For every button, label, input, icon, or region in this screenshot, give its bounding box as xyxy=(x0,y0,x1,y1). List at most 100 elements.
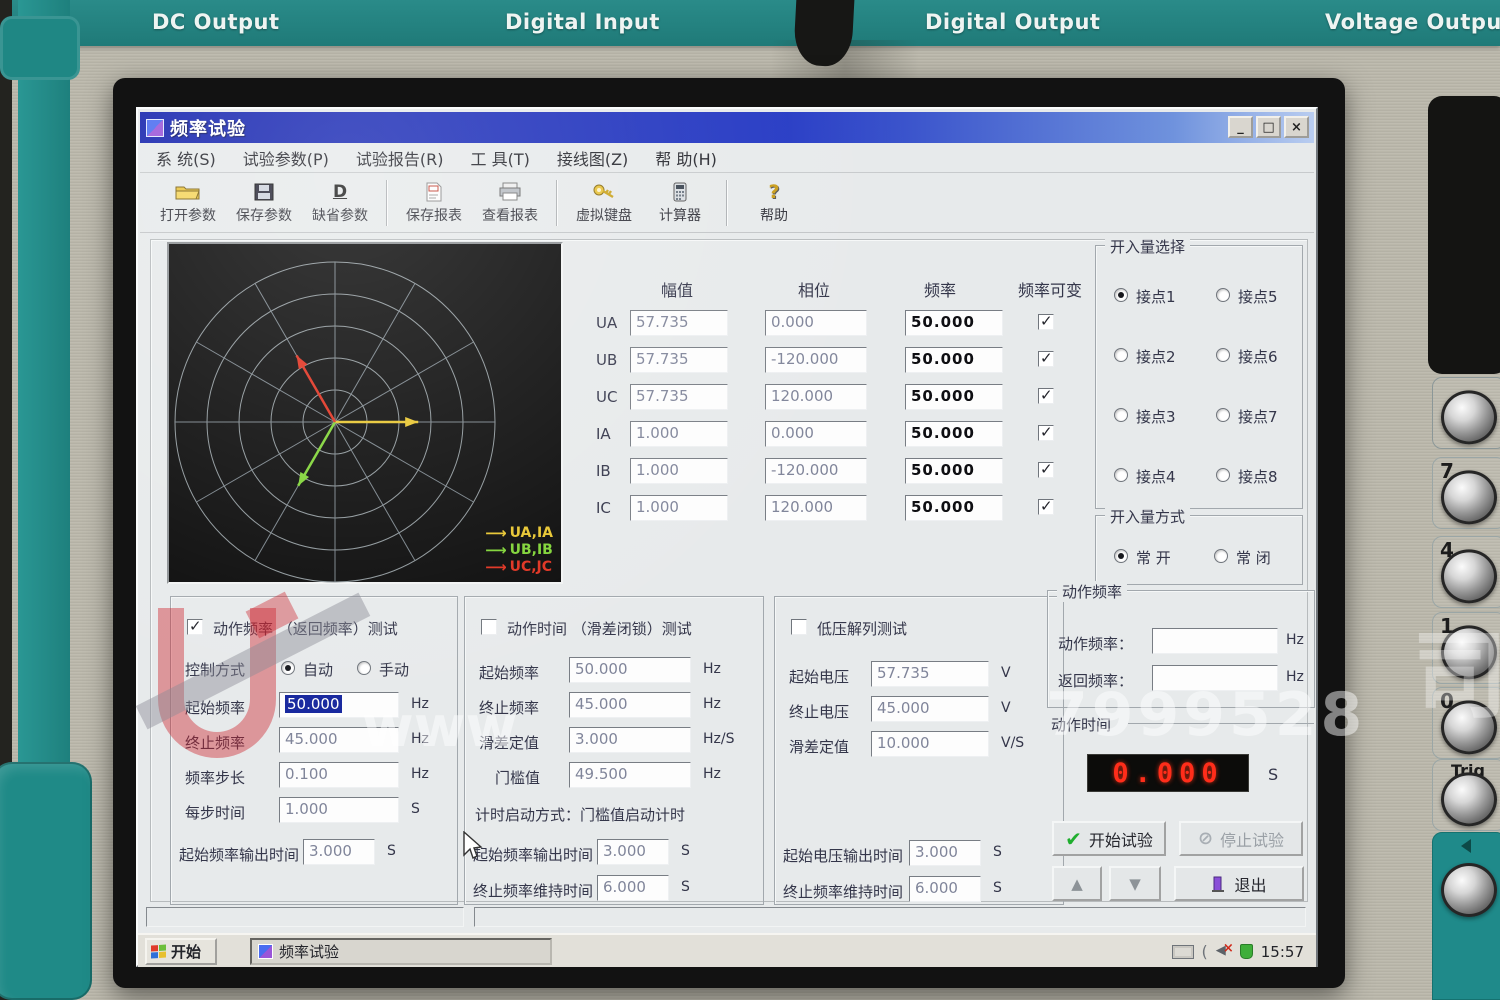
table-header-1: 相位 xyxy=(798,277,830,301)
start-voltage-field[interactable]: 57.735 xyxy=(871,661,989,687)
menu-item-1[interactable]: 试验参数(P) xyxy=(243,146,329,170)
step-time-field[interactable]: 1.000 xyxy=(279,797,399,823)
start-freq-output-time-label: 起始频率输出时间 xyxy=(179,844,299,865)
toolbar-button-default-d[interactable]: D缺省参数 xyxy=(302,176,378,230)
start-freq-output-time-field[interactable]: 3.000 xyxy=(303,839,375,865)
ub-freq-variable-checkbox[interactable] xyxy=(1038,351,1054,367)
low-voltage-checkbox[interactable] xyxy=(791,619,807,635)
at-end-hold-time-field[interactable]: 6.000 xyxy=(597,875,669,901)
step-time-label: 每步时间 xyxy=(185,802,245,823)
uc-phase-field[interactable]: 120.000 xyxy=(765,384,867,410)
radio-contact-3[interactable] xyxy=(1114,408,1128,422)
ic-amplitude-field[interactable]: 1.000 xyxy=(630,495,728,521)
uc-amplitude-field[interactable]: 57.735 xyxy=(630,384,728,410)
uc-frequency-field[interactable]: 50.000 xyxy=(905,384,1003,410)
title-bar[interactable]: 频率试验 _ □ × xyxy=(140,112,1314,143)
toolbar-button-open-folder[interactable]: 打开参数 xyxy=(150,176,226,230)
speaker-muted-icon[interactable] xyxy=(1216,945,1232,959)
ua-amplitude-field[interactable]: 57.735 xyxy=(630,310,728,336)
radio-contact-8[interactable] xyxy=(1216,468,1230,482)
radio-normally-closed[interactable] xyxy=(1214,549,1228,563)
close-button[interactable]: × xyxy=(1284,116,1309,138)
exit-button[interactable]: 退出 xyxy=(1174,866,1304,901)
slip-setting-field[interactable]: 3.000 xyxy=(569,727,691,753)
clock[interactable]: 15:57 xyxy=(1261,943,1304,961)
step-up-button[interactable]: ▲ xyxy=(1052,866,1102,901)
knob-6[interactable] xyxy=(1441,863,1497,917)
ib-phase-field[interactable]: -120.000 xyxy=(765,458,867,484)
threshold-field[interactable]: 49.500 xyxy=(569,762,691,788)
toolbar-button-help[interactable]: ?帮助 xyxy=(736,176,812,230)
ia-phase-field[interactable]: 0.000 xyxy=(765,421,867,447)
action-freq-checkbox[interactable] xyxy=(187,619,203,635)
lv-start-output-time-field[interactable]: 3.000 xyxy=(909,840,981,866)
knob-0[interactable] xyxy=(1441,390,1497,444)
ub-phase-field[interactable]: -120.000 xyxy=(765,347,867,373)
radio-manual[interactable] xyxy=(357,661,371,675)
ub-frequency-field[interactable]: 50.000 xyxy=(905,347,1003,373)
at-start-freq-field[interactable]: 50.000 xyxy=(569,657,691,683)
toolbar-button-calculator[interactable]: 计算器 xyxy=(642,176,718,230)
radio-contact-5[interactable] xyxy=(1216,288,1230,302)
ua-frequency-field[interactable]: 50.000 xyxy=(905,310,1003,336)
knob-7[interactable] xyxy=(1441,470,1497,524)
start-test-button[interactable]: ✔ 开始试验 xyxy=(1052,821,1166,856)
result-action-freq-field[interactable] xyxy=(1152,628,1278,654)
lv-end-hold-time-field[interactable]: 6.000 xyxy=(909,876,981,902)
end-voltage-field[interactable]: 45.000 xyxy=(871,696,989,722)
toolbar-label: 打开参数 xyxy=(160,205,216,225)
toolbar-button-print-report[interactable]: 查看报表 xyxy=(472,176,548,230)
radio-contact-4[interactable] xyxy=(1114,468,1128,482)
radio-normally-open[interactable] xyxy=(1114,549,1128,563)
ic-phase-field[interactable]: 120.000 xyxy=(765,495,867,521)
antivirus-icon[interactable] xyxy=(1240,944,1253,959)
radio-contact-6[interactable] xyxy=(1216,348,1230,362)
radio-contact-7[interactable] xyxy=(1216,408,1230,422)
ib-amplitude-field[interactable]: 1.000 xyxy=(630,458,728,484)
knob-Trig[interactable] xyxy=(1441,772,1497,826)
menu-item-0[interactable]: 系 统(S) xyxy=(156,146,216,170)
maximize-button[interactable]: □ xyxy=(1256,116,1281,138)
toolbar-button-virtual-keyboard[interactable]: 虚拟键盘 xyxy=(566,176,642,230)
ic-frequency-field[interactable]: 50.000 xyxy=(905,495,1003,521)
ib-freq-variable-checkbox[interactable] xyxy=(1038,462,1054,478)
radio-contact-1[interactable] xyxy=(1114,288,1128,302)
menu-item-3[interactable]: 工 具(T) xyxy=(470,146,529,170)
keyboard-icon[interactable] xyxy=(1172,945,1194,959)
at-end-freq-field[interactable]: 45.000 xyxy=(569,692,691,718)
ua-freq-variable-checkbox[interactable] xyxy=(1038,314,1054,330)
lv-slip-setting-field[interactable]: 10.000 xyxy=(871,731,989,757)
ia-frequency-field[interactable]: 50.000 xyxy=(905,421,1003,447)
ub-amplitude-field[interactable]: 57.735 xyxy=(630,347,728,373)
freq-step-field[interactable]: 0.100 xyxy=(279,762,399,788)
toolbar-button-save-floppy[interactable]: 保存参数 xyxy=(226,176,302,230)
stop-test-button[interactable]: ⊘ 停止试验 xyxy=(1179,821,1303,856)
uc-freq-variable-checkbox[interactable] xyxy=(1038,388,1054,404)
ib-frequency-field[interactable]: 50.000 xyxy=(905,458,1003,484)
knob-4[interactable] xyxy=(1441,549,1497,603)
start-menu-button[interactable]: 开始 xyxy=(145,938,217,965)
at-start-output-time-field[interactable]: 3.000 xyxy=(597,839,669,865)
ic-freq-variable-checkbox[interactable] xyxy=(1038,499,1054,515)
ua-phase-field[interactable]: 0.000 xyxy=(765,310,867,336)
step-down-button[interactable]: ▼ xyxy=(1109,866,1161,901)
menu-item-2[interactable]: 试验报告(R) xyxy=(356,146,444,170)
taskbar-task-button[interactable]: 频率试验 xyxy=(250,938,552,965)
mouse-cursor xyxy=(462,831,484,861)
ia-freq-variable-checkbox[interactable] xyxy=(1038,425,1054,441)
knob-1[interactable] xyxy=(1441,625,1497,679)
end-freq-field[interactable]: 45.000 xyxy=(279,727,399,753)
minimize-button[interactable]: _ xyxy=(1228,116,1253,138)
action-time-checkbox[interactable] xyxy=(481,619,497,635)
radio-contact-2[interactable] xyxy=(1114,348,1128,362)
toolbar-button-save-report[interactable]: 保存报表 xyxy=(396,176,472,230)
menu-item-5[interactable]: 帮 助(H) xyxy=(655,146,717,170)
menu-item-4[interactable]: 接线图(Z) xyxy=(557,146,628,170)
radio-auto[interactable] xyxy=(281,661,295,675)
knob-0[interactable] xyxy=(1441,700,1497,754)
result-return-freq-field[interactable] xyxy=(1152,665,1278,691)
stop-test-label: 停止试验 xyxy=(1220,827,1284,851)
start-freq-field[interactable]: 50.000 xyxy=(279,692,399,718)
ia-amplitude-field[interactable]: 1.000 xyxy=(630,421,728,447)
calculator-icon xyxy=(673,181,687,203)
